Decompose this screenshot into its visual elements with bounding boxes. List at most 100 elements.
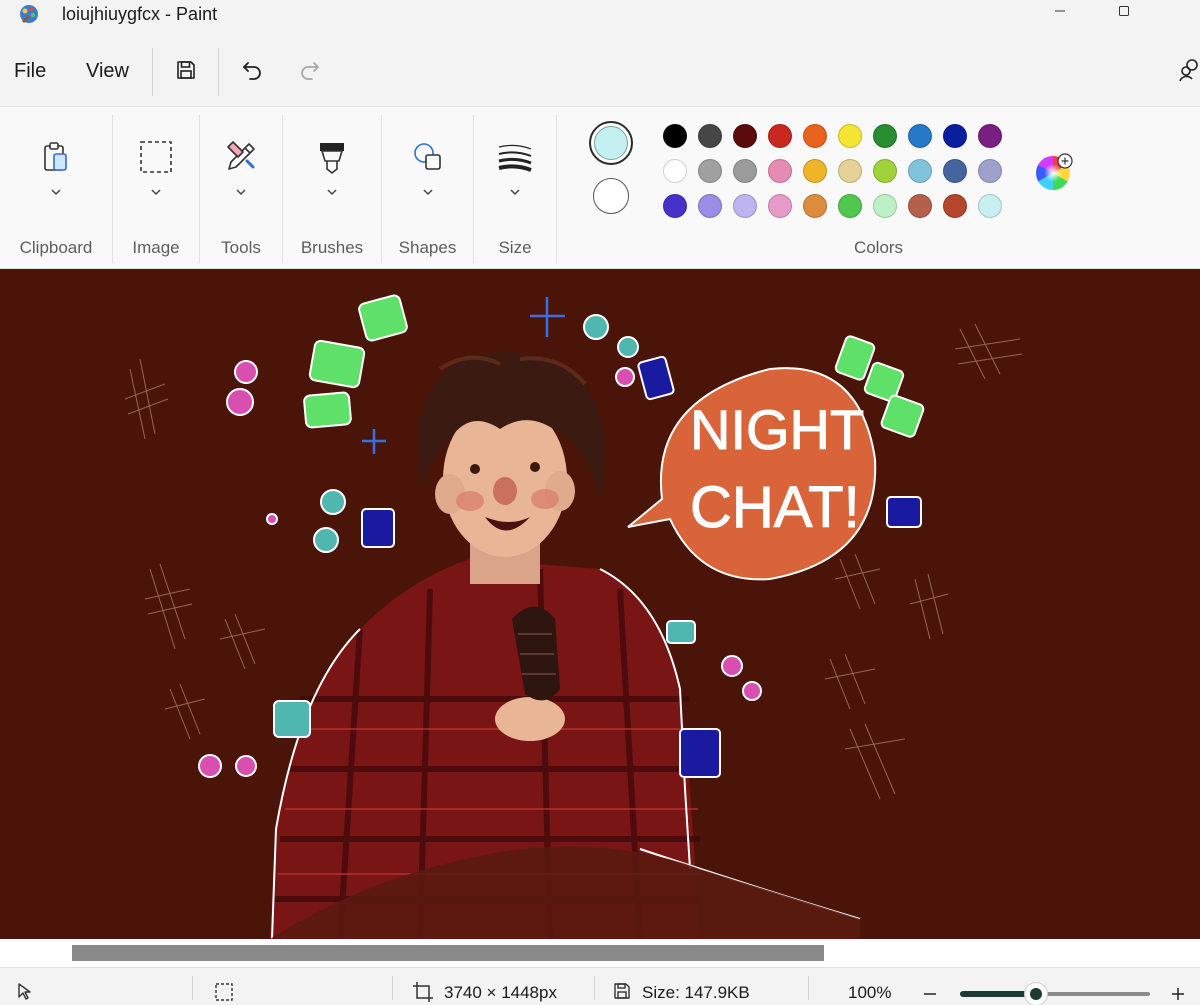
brushes-button[interactable] (312, 137, 352, 177)
window-title: loiujhiuygfcx - Paint (62, 4, 218, 24)
zoom-out-button[interactable] (918, 982, 942, 1005)
view-menu[interactable]: View (86, 60, 129, 83)
menu-divider (152, 48, 153, 96)
undo-button[interactable] (236, 54, 268, 86)
minus-icon (924, 993, 936, 995)
clipboard-label: Clipboard (19, 238, 93, 257)
color-swatch[interactable] (838, 159, 862, 183)
artwork-image: NIGHT CHAT! (0, 269, 1200, 939)
select-button[interactable] (136, 137, 176, 177)
color-swatch[interactable] (943, 124, 967, 148)
file-menu[interactable]: File (14, 60, 46, 83)
brushes-label: Brushes (300, 238, 364, 257)
menu-bar: File View (0, 34, 1200, 106)
color-swatch[interactable] (803, 194, 827, 218)
title-bar: loiujhiuygfcx - Paint (0, 0, 1200, 34)
undo-icon (243, 62, 261, 80)
color-swatch[interactable] (698, 194, 722, 218)
status-divider (392, 976, 393, 1000)
minimize-icon (1055, 10, 1065, 12)
edit-colors-button[interactable] (1035, 153, 1073, 190)
color-swatch[interactable] (803, 124, 827, 148)
color-swatch[interactable] (768, 194, 792, 218)
chevron-down-icon[interactable] (234, 187, 248, 197)
clipboard-group[interactable]: Clipboard (0, 107, 112, 270)
chevron-down-icon[interactable] (149, 187, 163, 197)
colors-label: Colors (853, 238, 904, 257)
ribbon-toolbar: Clipboard Image Tools Brushes Shapes Siz… (0, 106, 1200, 269)
color-swatch[interactable] (768, 159, 792, 183)
color-swatch[interactable] (698, 159, 722, 183)
color-swatch[interactable] (943, 159, 967, 183)
color-swatch[interactable] (873, 194, 897, 218)
color-swatch[interactable] (733, 159, 757, 183)
plus-icon (1172, 988, 1184, 1000)
color-swatch[interactable] (663, 124, 687, 148)
color-swatch[interactable] (943, 194, 967, 218)
shapes-button[interactable] (408, 137, 448, 177)
cursor-position-icon (18, 983, 31, 1000)
color-swatch[interactable] (873, 159, 897, 183)
file-size-icon (614, 983, 630, 999)
chevron-down-icon[interactable] (49, 187, 63, 197)
primary-color[interactable] (594, 126, 628, 160)
drawing-canvas[interactable]: NIGHT CHAT! (0, 269, 1200, 939)
image-group[interactable]: Image (113, 107, 199, 270)
scrollbar-thumb[interactable] (72, 945, 824, 961)
pencil-eraser-icon (227, 141, 255, 170)
zoom-in-button[interactable] (1166, 982, 1190, 1005)
tools-group[interactable]: Tools (200, 107, 282, 270)
canvas-dimensions: 3740 × 1448px (444, 983, 557, 1002)
tools-label: Tools (221, 238, 261, 257)
bubble-text-night: NIGHT (690, 398, 864, 461)
size-group[interactable]: Size (474, 107, 556, 270)
color-swatch[interactable] (873, 124, 897, 148)
horizontal-scrollbar[interactable] (0, 939, 1200, 967)
zoom-slider-thumb[interactable] (1024, 982, 1048, 1005)
image-label: Image (132, 238, 180, 257)
color-swatch[interactable] (978, 194, 1002, 218)
selection-size-icon (215, 983, 233, 1001)
color-swatch[interactable] (908, 159, 932, 183)
shapes-group[interactable]: Shapes (382, 107, 473, 270)
size-button[interactable] (495, 137, 535, 177)
color-swatch[interactable] (768, 124, 792, 148)
brushes-group[interactable]: Brushes (283, 107, 381, 270)
color-swatch[interactable] (978, 124, 1002, 148)
color-swatch[interactable] (838, 194, 862, 218)
shapes-icon (413, 143, 441, 170)
tools-button[interactable] (221, 137, 261, 177)
chevron-down-icon[interactable] (325, 187, 339, 197)
minimize-button[interactable] (1040, 0, 1080, 22)
account-icon (1179, 59, 1198, 82)
redo-icon (301, 62, 319, 80)
color-swatch[interactable] (838, 124, 862, 148)
chevron-down-icon[interactable] (508, 187, 522, 197)
clipboard-button[interactable] (36, 137, 76, 177)
selection-icon (140, 141, 172, 173)
color-swatch[interactable] (663, 159, 687, 183)
chevron-down-icon[interactable] (421, 187, 435, 197)
colors-group: Colors (557, 107, 1200, 270)
color-swatch[interactable] (733, 124, 757, 148)
primary-color-ring[interactable] (589, 121, 633, 165)
color-wheel-icon (1036, 153, 1073, 190)
color-swatch[interactable] (803, 159, 827, 183)
color-swatch[interactable] (733, 194, 757, 218)
status-divider (594, 976, 595, 1000)
canvas-size-icon (413, 982, 433, 1002)
redo-button[interactable] (294, 54, 326, 86)
stroke-size-icon (498, 144, 532, 172)
account-button[interactable] (1178, 54, 1200, 86)
color-swatch[interactable] (663, 194, 687, 218)
maximize-button[interactable] (1104, 0, 1144, 22)
color-swatch[interactable] (978, 159, 1002, 183)
size-label: Size (498, 238, 532, 257)
color-swatch[interactable] (908, 194, 932, 218)
secondary-color[interactable] (593, 178, 629, 214)
color-swatch[interactable] (908, 124, 932, 148)
zoom-percent[interactable]: 100% (848, 983, 891, 1003)
status-divider (808, 976, 809, 1000)
color-swatch[interactable] (698, 124, 722, 148)
save-button[interactable] (170, 54, 202, 86)
